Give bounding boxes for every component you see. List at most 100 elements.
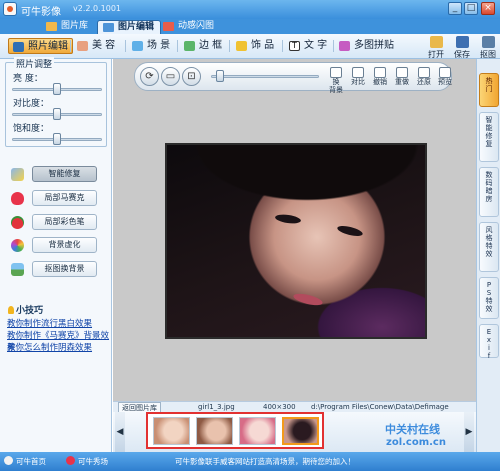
- redo-button[interactable]: 重做: [392, 66, 412, 88]
- tool-collage-label: 多图拼贴: [354, 40, 394, 51]
- preview-button[interactable]: 预览: [435, 66, 455, 88]
- photo-adjust-group: 照片调整 亮 度： 对比度： 饱和度：: [5, 57, 107, 147]
- photo-adjust-legend: 照片调整: [14, 57, 55, 70]
- strawberry-icon: [11, 216, 24, 229]
- thumb-prev-button[interactable]: ◀: [115, 412, 125, 452]
- thumbnail-frame: [146, 412, 324, 449]
- saturation-slider-thumb[interactable]: [53, 133, 61, 145]
- canvas-control-bar: ⟳ ▭ ⊡ 换 背景 对比 撤销 重做 还原 预览: [134, 62, 455, 94]
- edit-image-icon: [103, 23, 114, 32]
- smart-repair-button[interactable]: 智能修复: [32, 166, 97, 182]
- landscape-icon: [11, 263, 24, 276]
- toddler-thumbnail[interactable]: [196, 417, 233, 445]
- tool-collage[interactable]: 多图拼贴: [335, 38, 398, 54]
- change-bg-icon: [330, 67, 342, 78]
- baby-thumbnail[interactable]: [153, 417, 190, 445]
- local-color-pen-button[interactable]: 局部彩色笔: [32, 214, 97, 230]
- home-link[interactable]: 可牛首页: [4, 456, 46, 467]
- cutout-change-bg-button[interactable]: 抠图换背景: [32, 261, 97, 277]
- restore-button[interactable]: 还原: [414, 66, 434, 88]
- fit-window-button[interactable]: ⊡: [182, 67, 201, 86]
- accessory-icon: [236, 41, 247, 51]
- tab-gallery[interactable]: 图片库: [41, 20, 94, 34]
- fn-local-mosaic[interactable]: 局部马赛克: [11, 190, 97, 207]
- tool-beauty[interactable]: 美 容: [73, 38, 119, 54]
- monitor-icon: ▭: [165, 71, 176, 82]
- fn-smart-repair[interactable]: 智能修复: [11, 166, 97, 183]
- close-button[interactable]: ×: [481, 2, 495, 15]
- photo-canvas[interactable]: [165, 143, 427, 339]
- tab-edit-image[interactable]: 图片编辑: [97, 20, 162, 34]
- tool-text[interactable]: T 文 字: [285, 38, 331, 54]
- zoom-slider-thumb[interactable]: [216, 70, 224, 82]
- tab-gallery-label: 图片库: [61, 21, 89, 31]
- showcase-link[interactable]: 可牛秀场: [66, 456, 108, 467]
- saturation-label: 饱和度：: [13, 124, 50, 134]
- contrast-label: 对比度：: [13, 99, 50, 109]
- tips-heading: 小技巧: [8, 303, 43, 316]
- toolbar-divider: [125, 40, 126, 52]
- toolbar-divider: [229, 40, 230, 52]
- tip-link-gloomy[interactable]: 教你怎么制作阴森效果: [7, 341, 92, 353]
- edit-toolbar: 照片编辑 美 容 场 景 边 框 饰 品 T 文 字 多图拼贴 打开 保存 抠图: [0, 34, 500, 59]
- minimize-button[interactable]: _: [448, 2, 462, 15]
- change-bg-label: 换 背景: [329, 78, 343, 94]
- fn-cutout-change-bg[interactable]: 抠图换背景: [11, 261, 97, 278]
- compare-icon: [352, 67, 364, 78]
- maximize-button[interactable]: □: [464, 2, 478, 15]
- thumb-next-button[interactable]: ▶: [464, 412, 474, 452]
- compare-button[interactable]: 对比: [348, 66, 368, 88]
- change-bg-button[interactable]: 换 背景: [326, 66, 346, 94]
- left-panel: 照片调整 亮 度： 对比度： 饱和度： 智能修复 局部马赛克 局部彩色笔 背景虚…: [0, 57, 112, 452]
- gallery-icon: [46, 22, 57, 31]
- main-tabs: 图片库 图片编辑 动感闪图: [0, 19, 500, 34]
- girl-pink-thumbnail[interactable]: [239, 417, 276, 445]
- fn-local-color-pen[interactable]: 局部彩色笔: [11, 214, 97, 231]
- tool-frame[interactable]: 边 框: [180, 38, 226, 54]
- watermark-url: zol.com.cn: [386, 437, 446, 448]
- side-tab-2[interactable]: 数码暗房: [479, 167, 499, 217]
- photo-hair: [167, 145, 425, 215]
- background-blur-button[interactable]: 背景虚化: [32, 237, 97, 253]
- side-tab-5[interactable]: Exif: [479, 324, 499, 360]
- flash-image-icon: [163, 22, 174, 31]
- side-tab-0[interactable]: 热 门: [479, 73, 499, 107]
- side-tab-4[interactable]: PS特效: [479, 277, 499, 319]
- lightbulb-icon: [8, 306, 14, 314]
- local-mosaic-button[interactable]: 局部马赛克: [32, 190, 97, 206]
- brightness-slider-thumb[interactable]: [53, 83, 61, 95]
- actual-size-button[interactable]: ▭: [161, 67, 180, 86]
- cutout-button[interactable]: 抠图: [476, 35, 500, 59]
- fn-background-blur[interactable]: 背景虚化: [11, 237, 97, 254]
- watermark-text: 中关村在线: [385, 423, 440, 436]
- toolbar-divider: [333, 40, 334, 52]
- open-button[interactable]: 打开: [424, 35, 448, 59]
- side-tab-1[interactable]: 智能修复: [479, 112, 499, 162]
- text-icon: T: [289, 41, 300, 51]
- tip-link-bw[interactable]: 教你制作流行黑白效果: [7, 317, 92, 329]
- brightness-label: 亮 度：: [13, 74, 43, 84]
- scene-icon: [132, 41, 143, 51]
- save-button[interactable]: 保存: [450, 35, 474, 59]
- photo-lips: [292, 291, 324, 308]
- contrast-slider-thumb[interactable]: [53, 108, 61, 120]
- tab-flash-image[interactable]: 动感闪图: [158, 20, 220, 34]
- tool-photo-edit[interactable]: 照片编辑: [8, 38, 73, 54]
- undo-button[interactable]: 撤销: [370, 66, 390, 88]
- tool-photo-edit-label: 照片编辑: [28, 41, 68, 52]
- tab-flash-image-label: 动感闪图: [178, 21, 215, 31]
- zoom-slider[interactable]: [211, 75, 319, 78]
- rotate-button[interactable]: ⟳: [140, 67, 159, 86]
- collage-icon: [339, 41, 350, 51]
- tool-text-label: 文 字: [304, 40, 328, 51]
- preview-label: 预览: [438, 78, 452, 86]
- side-tab-3[interactable]: 风格特效: [479, 222, 499, 272]
- tool-scene[interactable]: 场 景: [128, 38, 174, 54]
- frame-icon: [184, 41, 195, 51]
- showcase-link-label: 可牛秀场: [78, 457, 108, 466]
- heart-icon: [11, 192, 24, 205]
- girl-dark-thumbnail[interactable]: [282, 417, 319, 445]
- home-link-label: 可牛首页: [16, 457, 46, 466]
- magic-wand-icon: [11, 168, 24, 181]
- tool-accessory[interactable]: 饰 品: [232, 38, 278, 54]
